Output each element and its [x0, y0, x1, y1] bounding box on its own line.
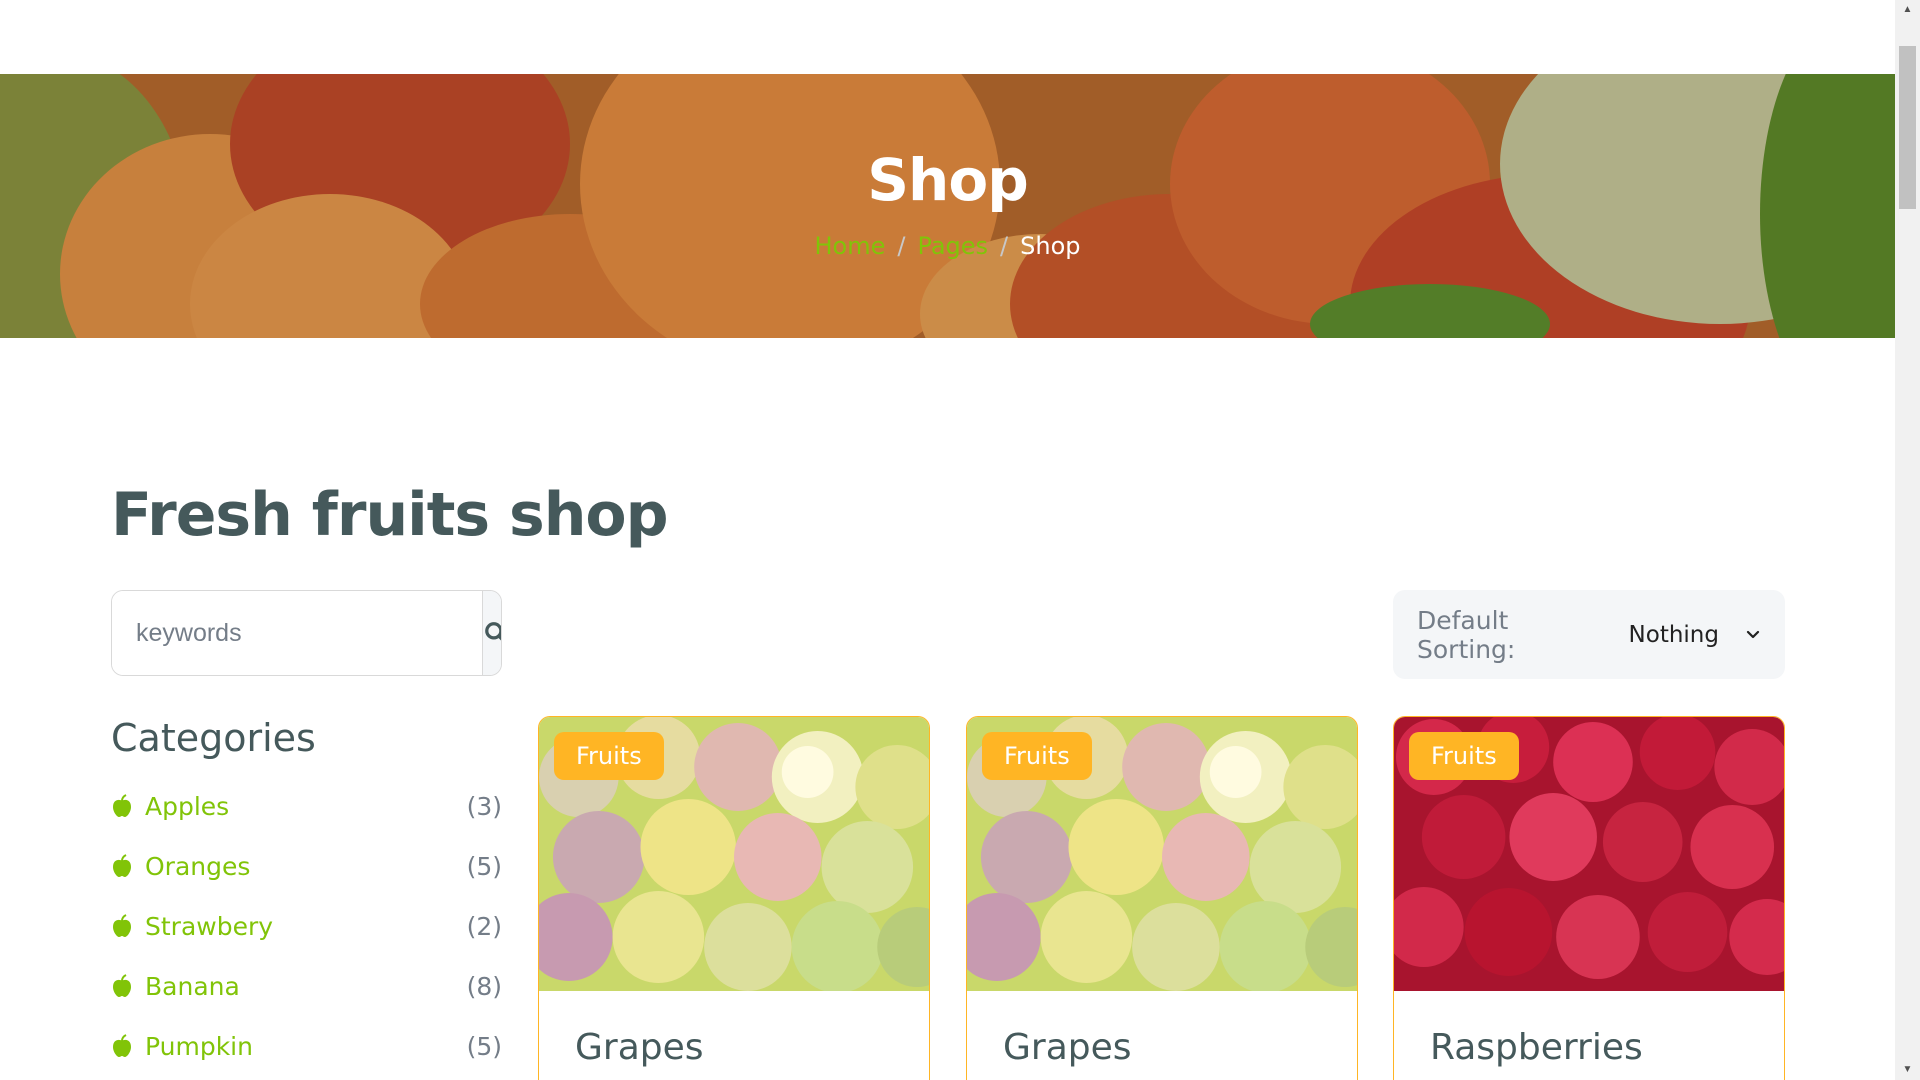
product-card[interactable]: Fruits Grapes — [538, 716, 930, 1080]
category-link-banana[interactable]: Banana — [111, 972, 240, 1001]
product-card[interactable]: Fruits Raspberries — [1393, 716, 1785, 1080]
category-label: Pumpkin — [145, 1031, 253, 1061]
list-item: Oranges (5) — [111, 836, 502, 896]
sorting-selected-value: Nothing — [1628, 621, 1719, 648]
breadcrumb-separator: / — [1000, 232, 1009, 260]
breadcrumb-separator: / — [897, 232, 906, 260]
vertical-scrollbar[interactable]: ▲ ▼ — [1895, 0, 1920, 1080]
breadcrumb-home-link[interactable]: Home — [814, 232, 885, 260]
category-label: Apples — [145, 791, 230, 821]
scroll-down-arrow-icon[interactable]: ▼ — [1895, 1060, 1920, 1080]
apple-icon — [113, 1034, 131, 1057]
chevron-down-icon — [1746, 630, 1760, 638]
apple-icon — [113, 914, 131, 937]
hero-banner: Shop Home / Pages / Shop — [0, 74, 1895, 338]
category-count: (5) — [466, 1031, 502, 1061]
category-count: (2) — [466, 911, 502, 941]
category-count: (5) — [466, 851, 502, 881]
search-button[interactable] — [482, 591, 501, 675]
sorting-box: Default Sorting: Nothing — [1393, 590, 1785, 679]
scroll-up-arrow-icon[interactable]: ▲ — [1895, 0, 1920, 20]
category-badge: Fruits — [982, 732, 1092, 780]
scroll-thumb[interactable] — [1899, 46, 1916, 209]
list-item: Pumpkin (5) — [111, 1016, 502, 1076]
apple-icon — [113, 794, 131, 817]
list-item: Banana (8) — [111, 956, 502, 1016]
product-name: Raspberries — [1430, 1027, 1643, 1068]
apple-icon — [113, 974, 131, 997]
category-link-strawbery[interactable]: Strawbery — [111, 912, 273, 941]
category-link-oranges[interactable]: Oranges — [111, 852, 250, 881]
list-item: Apples (3) — [111, 776, 502, 836]
page-title: Shop — [867, 146, 1028, 214]
category-link-pumpkin[interactable]: Pumpkin — [111, 1032, 253, 1061]
section-title: Fresh fruits shop — [111, 480, 669, 550]
category-badge: Fruits — [554, 732, 664, 780]
list-item: Strawbery (2) — [111, 896, 502, 956]
category-link-apples[interactable]: Apples — [111, 792, 229, 821]
breadcrumb-current: Shop — [1020, 232, 1081, 260]
product-card[interactable]: Fruits Grapes — [966, 716, 1358, 1080]
category-count: (3) — [466, 791, 502, 821]
sorting-select[interactable]: Nothing — [1629, 622, 1761, 648]
search-input[interactable] — [112, 591, 482, 675]
product-name: Grapes — [1003, 1027, 1132, 1068]
search-box — [111, 590, 502, 676]
breadcrumb-pages-link[interactable]: Pages — [917, 232, 988, 260]
breadcrumb: Home / Pages / Shop — [0, 232, 1895, 260]
category-label: Oranges — [145, 851, 251, 881]
category-label: Banana — [145, 971, 240, 1001]
categories-title: Categories — [111, 716, 316, 760]
sorting-label: Default Sorting: — [1417, 605, 1516, 664]
apple-icon — [113, 854, 131, 877]
category-label: Strawbery — [145, 911, 274, 941]
categories-list: Apples (3) Oranges (5) Strawbery (2) Ban… — [111, 776, 502, 1076]
search-icon — [485, 622, 501, 641]
category-badge: Fruits — [1409, 732, 1519, 780]
category-count: (8) — [466, 971, 502, 1001]
page: Shop Home / Pages / Shop Fresh fruits shop D… — [0, 0, 1895, 1080]
product-name: Grapes — [575, 1027, 704, 1068]
